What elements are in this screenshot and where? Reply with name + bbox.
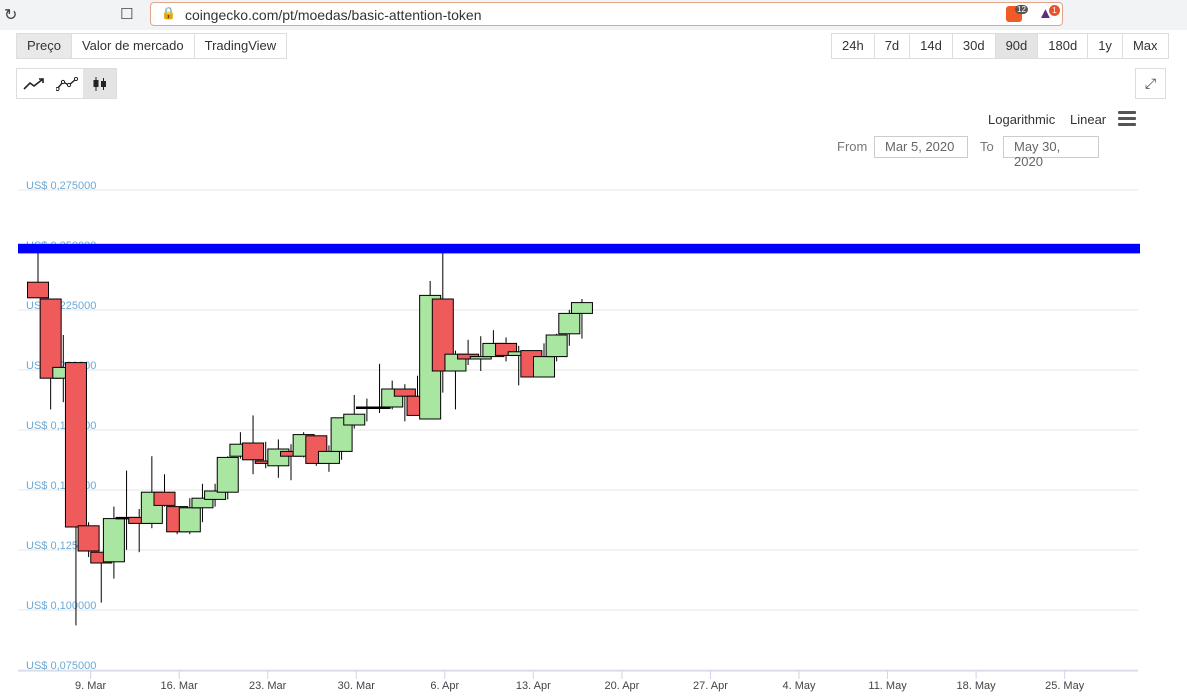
price-chart[interactable]: US$ 0,275000US$ 0,250000US$ 0,225000US$ … <box>0 160 1187 696</box>
candlestick-chart-icon[interactable] <box>83 69 116 98</box>
x-tick-label: 18. May <box>957 680 997 692</box>
lock-icon: 🔒 <box>161 6 176 20</box>
range-7d[interactable]: 7d <box>875 34 911 58</box>
y-tick-label: US$ 0,075000 <box>26 660 96 672</box>
tab-price[interactable]: Preço <box>17 34 72 58</box>
range-180d[interactable]: 180d <box>1038 34 1089 58</box>
candle-body <box>343 413 366 426</box>
candle-body <box>39 298 62 379</box>
candle-body <box>570 302 593 314</box>
candle-body <box>27 281 49 299</box>
candle-body <box>178 507 201 533</box>
candle[interactable] <box>495 337 518 362</box>
scale-linear[interactable]: Linear <box>1070 112 1106 127</box>
candle-body <box>77 525 100 552</box>
tab-tradingview[interactable]: TradingView <box>195 34 287 58</box>
candles <box>27 248 593 626</box>
x-tick-label: 11. May <box>868 680 907 692</box>
candle[interactable] <box>242 415 265 475</box>
y-tick-label: US$ 0,100000 <box>26 600 96 612</box>
tab-market-cap[interactable]: Valor de mercado <box>72 34 195 58</box>
candle[interactable] <box>39 298 62 410</box>
range-24h[interactable]: 24h <box>832 34 875 58</box>
reload-icon[interactable]: ↻ <box>4 5 17 25</box>
x-tick-label: 13. Apr <box>516 680 551 692</box>
candle-body <box>216 456 239 493</box>
candle-body <box>64 362 87 528</box>
x-tick-label: 25. May <box>1045 680 1085 692</box>
url-text[interactable]: coingecko.com/pt/moedas/basic-attention-… <box>185 7 482 23</box>
fullscreen-icon[interactable]: ⤢ <box>1135 68 1166 99</box>
chart-grid <box>18 189 1138 671</box>
y-tick-label: US$ 0,275000 <box>26 180 96 192</box>
to-date-input[interactable]: May 30, 2020 <box>1003 136 1099 169</box>
range-1y[interactable]: 1y <box>1088 34 1123 58</box>
brave-rewards-badge: 1 <box>1049 5 1060 16</box>
line-chart-icon[interactable] <box>17 69 50 98</box>
x-tick-label: 20. Apr <box>604 680 639 692</box>
x-tick-label: 23. Mar <box>249 680 287 692</box>
from-date-input[interactable]: Mar 5, 2020 <box>874 136 968 158</box>
range-max[interactable]: Max <box>1123 34 1168 58</box>
x-axis: 9. Mar 16. Mar 23. Mar 30. Mar 6. Apr 13. Apr… <box>18 670 1138 692</box>
area-chart-icon[interactable] <box>50 69 83 98</box>
candle[interactable] <box>64 362 87 626</box>
x-tick-label: 27. Apr <box>693 680 728 692</box>
candle-body <box>153 491 176 506</box>
to-label: To <box>980 139 994 154</box>
from-label: From <box>837 139 868 154</box>
range-90d[interactable]: 90d <box>995 34 1039 58</box>
browser-toolbar: ↻ ☐ 🔒 coingecko.com/pt/moedas/basic-atte… <box>0 0 1187 30</box>
brave-shield-badge: 12 <box>1015 5 1028 14</box>
candle-body <box>317 450 340 464</box>
range-30d[interactable]: 30d <box>953 34 996 58</box>
x-tick-label: 16. Mar <box>161 680 199 692</box>
candle-body <box>545 334 568 358</box>
candle[interactable] <box>267 439 290 478</box>
candle-body <box>533 356 555 378</box>
candle-body <box>558 312 581 335</box>
x-tick-label: 6. Apr <box>430 680 459 692</box>
x-tick-label: 30. Mar <box>338 680 376 692</box>
bookmark-icon[interactable]: ☐ <box>120 5 133 23</box>
highlight-band <box>18 243 1140 254</box>
range-14d[interactable]: 14d <box>910 34 953 58</box>
scale-logarithmic[interactable]: Logarithmic <box>988 112 1055 127</box>
candle-body <box>242 442 265 461</box>
candle-body <box>393 388 416 397</box>
chart-type-selector <box>16 68 117 99</box>
candle[interactable] <box>343 395 366 429</box>
menu-icon[interactable] <box>1118 111 1136 129</box>
candle[interactable] <box>27 248 49 299</box>
time-range-selector: 24h 7d 14d 30d 90d 180d 1y Max <box>831 33 1169 59</box>
x-tick-label: 9. Mar <box>75 680 107 692</box>
candle-body <box>102 518 125 563</box>
address-bar[interactable]: 🔒 coingecko.com/pt/moedas/basic-attentio… <box>150 2 1063 26</box>
x-tick-label: 4. May <box>782 680 816 692</box>
chart-data-tabs: Preço Valor de mercado TradingView <box>16 33 288 59</box>
